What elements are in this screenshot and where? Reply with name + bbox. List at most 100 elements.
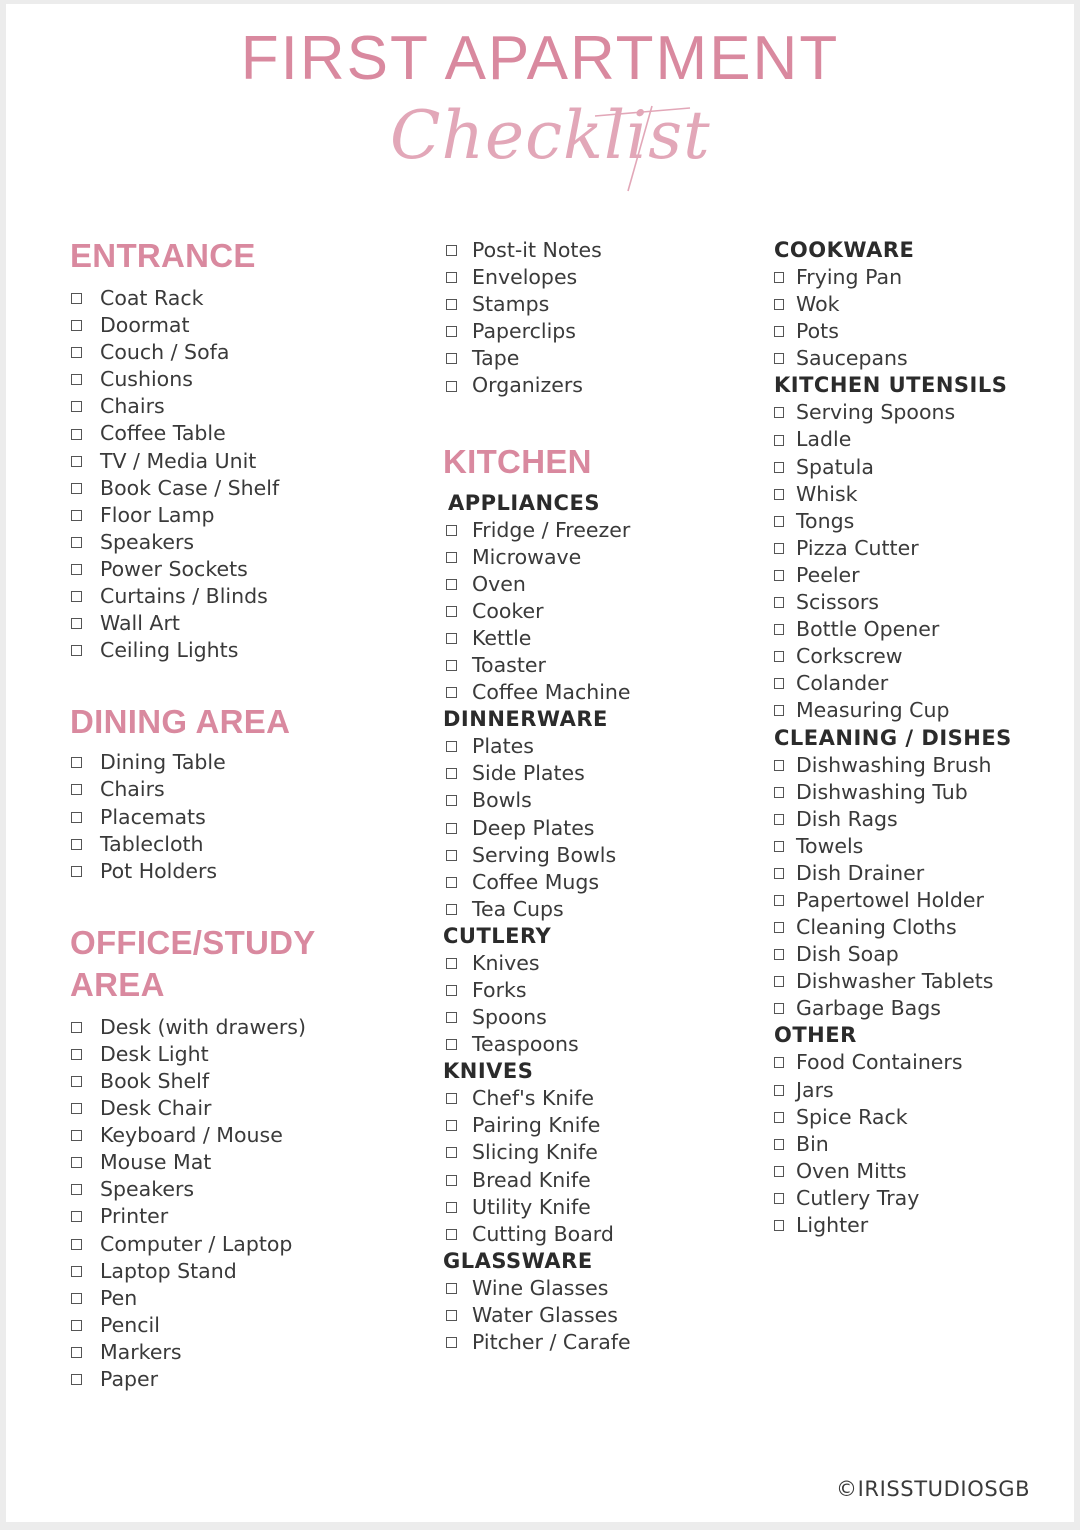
checkbox-icon[interactable] [446, 1309, 457, 1321]
checkbox-icon[interactable] [446, 876, 457, 888]
checkbox-icon[interactable] [774, 1084, 784, 1096]
checkbox-icon[interactable] [446, 605, 457, 617]
checkbox-icon[interactable] [446, 660, 457, 672]
checkbox-icon[interactable] [774, 786, 784, 798]
checkbox-icon[interactable] [774, 597, 784, 609]
checkbox-icon[interactable] [446, 795, 457, 807]
checkbox-icon[interactable] [774, 840, 784, 852]
checkbox-icon[interactable] [446, 551, 457, 563]
checkbox-icon[interactable] [71, 1292, 82, 1304]
checkbox-icon[interactable] [774, 326, 784, 338]
checkbox-icon[interactable] [71, 784, 82, 796]
checkbox-icon[interactable] [774, 624, 784, 636]
checkbox-icon[interactable] [446, 1174, 457, 1186]
checkbox-icon[interactable] [446, 1039, 457, 1051]
checkbox-icon[interactable] [71, 838, 82, 850]
checkbox-icon[interactable] [774, 542, 784, 554]
checkbox-icon[interactable] [774, 1003, 784, 1015]
checkbox-icon[interactable] [446, 741, 457, 753]
checkbox-icon[interactable] [446, 1093, 457, 1105]
checkbox-icon[interactable] [774, 678, 784, 690]
checkbox-icon[interactable] [774, 867, 784, 879]
checkbox-icon[interactable] [774, 976, 784, 988]
checkbox-icon[interactable] [446, 903, 457, 915]
checkbox-icon[interactable] [446, 632, 457, 644]
checkbox-icon[interactable] [71, 1157, 82, 1169]
checkbox-icon[interactable] [774, 407, 784, 419]
checkbox-icon[interactable] [774, 705, 784, 717]
checkbox-icon[interactable] [71, 1130, 82, 1142]
checkbox-icon[interactable] [71, 320, 82, 332]
checkbox-icon[interactable] [446, 299, 457, 311]
checkbox-icon[interactable] [774, 488, 784, 500]
checkbox-icon[interactable] [446, 578, 457, 590]
checkbox-icon[interactable] [71, 1346, 82, 1358]
checkbox-icon[interactable] [446, 687, 457, 699]
checkbox-icon[interactable] [71, 757, 82, 769]
checkbox-icon[interactable] [774, 895, 784, 907]
checkbox-icon[interactable] [446, 822, 457, 834]
checkbox-icon[interactable] [71, 347, 82, 359]
checkbox-icon[interactable] [774, 1111, 784, 1123]
checkbox-icon[interactable] [71, 618, 82, 630]
checkbox-icon[interactable] [71, 1211, 82, 1223]
checkbox-icon[interactable] [774, 1138, 784, 1150]
checkbox-icon[interactable] [71, 293, 82, 305]
checkbox-icon[interactable] [71, 1103, 82, 1115]
checkbox-icon[interactable] [774, 272, 784, 284]
checkbox-icon[interactable] [446, 1012, 457, 1024]
checkbox-icon[interactable] [774, 1192, 784, 1204]
checkbox-icon[interactable] [71, 1238, 82, 1250]
checkbox-icon[interactable] [446, 985, 457, 997]
checkbox-icon[interactable] [446, 849, 457, 861]
checkbox-icon[interactable] [71, 401, 82, 413]
checkbox-icon[interactable] [774, 515, 784, 527]
checkbox-icon[interactable] [446, 1147, 457, 1159]
checkbox-icon[interactable] [71, 811, 82, 823]
checkbox-icon[interactable] [71, 428, 82, 440]
checkbox-icon[interactable] [774, 353, 784, 365]
checkbox-icon[interactable] [71, 1021, 82, 1033]
checkbox-icon[interactable] [774, 434, 784, 446]
checkbox-icon[interactable] [71, 1076, 82, 1088]
checkbox-icon[interactable] [446, 353, 457, 365]
checkbox-icon[interactable] [71, 374, 82, 386]
checkbox-icon[interactable] [446, 1337, 457, 1349]
checkbox-icon[interactable] [446, 957, 457, 969]
checkbox-icon[interactable] [71, 645, 82, 657]
checklist-item: Scissors [774, 589, 1064, 616]
checkbox-icon[interactable] [71, 1184, 82, 1196]
checkbox-icon[interactable] [71, 591, 82, 603]
checkbox-icon[interactable] [446, 1120, 457, 1132]
checkbox-icon[interactable] [446, 1282, 457, 1294]
checkbox-icon[interactable] [71, 482, 82, 494]
checkbox-icon[interactable] [71, 455, 82, 467]
checkbox-icon[interactable] [774, 922, 784, 934]
checkbox-icon[interactable] [774, 949, 784, 961]
checkbox-icon[interactable] [71, 1048, 82, 1060]
checkbox-icon[interactable] [774, 1057, 784, 1069]
checkbox-icon[interactable] [446, 272, 457, 284]
checkbox-icon[interactable] [446, 245, 457, 257]
checkbox-icon[interactable] [71, 509, 82, 521]
checkbox-icon[interactable] [774, 651, 784, 663]
checkbox-icon[interactable] [446, 768, 457, 780]
checkbox-icon[interactable] [71, 536, 82, 548]
checkbox-icon[interactable] [774, 569, 784, 581]
checkbox-icon[interactable] [446, 524, 457, 536]
checkbox-icon[interactable] [774, 813, 784, 825]
checkbox-icon[interactable] [446, 1228, 457, 1240]
checkbox-icon[interactable] [774, 759, 784, 771]
checkbox-icon[interactable] [446, 1201, 457, 1213]
checkbox-icon[interactable] [774, 1165, 784, 1177]
checkbox-icon[interactable] [71, 1319, 82, 1331]
checkbox-icon[interactable] [446, 380, 457, 392]
checkbox-icon[interactable] [71, 563, 82, 575]
checkbox-icon[interactable] [774, 461, 784, 473]
checkbox-icon[interactable] [71, 865, 82, 877]
checkbox-icon[interactable] [71, 1374, 82, 1386]
checkbox-icon[interactable] [774, 299, 784, 311]
checkbox-icon[interactable] [774, 1220, 784, 1232]
checkbox-icon[interactable] [446, 326, 457, 338]
checkbox-icon[interactable] [71, 1265, 82, 1277]
